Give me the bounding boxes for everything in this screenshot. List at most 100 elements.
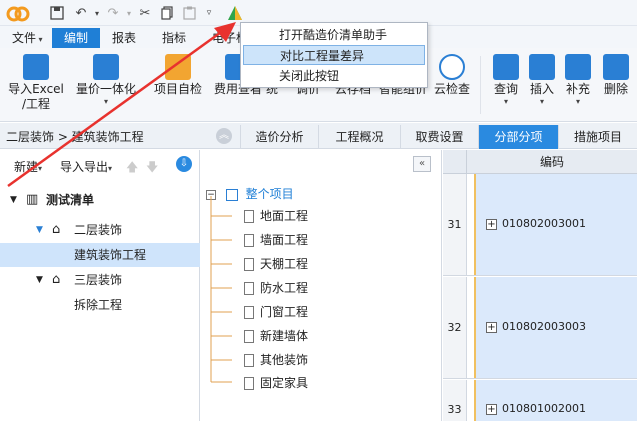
- mid-tree-item[interactable]: 天棚工程: [244, 253, 308, 275]
- cloud-check-icon: [439, 54, 465, 80]
- copy-icon[interactable]: [158, 4, 176, 22]
- import-excel-icon: [23, 54, 49, 80]
- menu-file[interactable]: 文件 ▾: [4, 28, 51, 48]
- new-label: 新建: [14, 160, 39, 174]
- mid-tree-item-label: 其他装饰: [260, 353, 309, 367]
- import-excel-label: 导入Excel: [8, 82, 64, 96]
- table-row[interactable]: 31 + 010802003001: [443, 174, 637, 276]
- trash-icon: [603, 54, 629, 80]
- document-icon: [244, 354, 254, 367]
- collapse-up-icon[interactable]: ︽: [216, 128, 232, 144]
- mid-tree-item[interactable]: 固定家具: [244, 372, 308, 394]
- menu-edit[interactable]: 编制: [52, 28, 100, 48]
- menu-report[interactable]: 报表: [104, 28, 144, 48]
- expand-icon[interactable]: +: [486, 322, 497, 333]
- self-check-icon: [165, 54, 191, 80]
- import-excel-label-2: /工程: [21, 97, 51, 111]
- price-integration-dropdown-icon: ▾: [103, 97, 108, 106]
- bill-grid: 编码 31 + 010802003001 32 + 010802003003 3…: [443, 150, 637, 421]
- row-number: 31: [443, 174, 467, 275]
- query-label: 查询: [493, 82, 518, 96]
- new-button[interactable]: 新建▾: [14, 158, 42, 175]
- row-marker: [467, 277, 475, 378]
- query-dropdown-icon: ▾: [503, 97, 508, 106]
- home-icon: ⌂: [52, 272, 61, 287]
- collapse-arrow-icon[interactable]: ▼: [10, 188, 17, 212]
- price-integration-icon: [93, 54, 119, 80]
- import-excel-button[interactable]: 导入Excel /工程: [6, 52, 66, 118]
- mid-tree-item[interactable]: 地面工程: [244, 205, 308, 227]
- sub-item-tree-pane: « − 整个项目 地面工程 墙面工程 天棚工程 防水工程 门窗工程 新建墙体 其…: [200, 150, 442, 421]
- mid-tree-item[interactable]: 防水工程: [244, 277, 308, 299]
- insert-button[interactable]: 插入 ▾: [524, 52, 560, 118]
- delete-button[interactable]: 删除: [598, 52, 634, 118]
- code-cell[interactable]: + 010802003003: [475, 277, 637, 378]
- code-cell[interactable]: + 010802003001: [475, 174, 637, 275]
- mid-tree-item-label: 地面工程: [260, 209, 309, 223]
- mid-tree-item-label: 墙面工程: [260, 233, 309, 247]
- mid-tree-item[interactable]: 其他装饰: [244, 349, 308, 371]
- grid-header-rownum: [443, 150, 467, 174]
- menu-item-close-button[interactable]: 关闭此按钮: [243, 66, 425, 86]
- collapse-arrow-icon[interactable]: ▼: [36, 218, 43, 242]
- tree-item-building-decoration[interactable]: 建筑装饰工程: [0, 243, 200, 267]
- code-text: 010802003003: [502, 320, 586, 333]
- collapse-arrow-icon[interactable]: ▼: [36, 268, 43, 292]
- table-row[interactable]: 32 + 010802003003: [443, 277, 637, 379]
- collapse-left-icon[interactable]: «: [413, 156, 431, 172]
- tab-measures[interactable]: 措施项目: [558, 125, 637, 149]
- tree-item-floor3[interactable]: ▼ ⌂ 三层装饰: [0, 268, 200, 292]
- customize-dropdown-icon[interactable]: ▿: [200, 4, 218, 22]
- supplement-button[interactable]: 补充 ▾: [560, 52, 596, 118]
- tree-root-label: 测试清单: [46, 193, 95, 207]
- mid-tree-item[interactable]: 新建墙体: [244, 325, 308, 347]
- tree-item-label: 建筑装饰工程: [74, 248, 147, 262]
- expand-icon[interactable]: +: [486, 219, 497, 230]
- code-cell[interactable]: + 010801002001: [475, 380, 637, 421]
- move-up-icon[interactable]: 🡅: [126, 158, 138, 179]
- mid-tree-item[interactable]: 门窗工程: [244, 301, 308, 323]
- cloud-check-button[interactable]: 云检查: [430, 52, 474, 118]
- assistant-dropdown-menu: 打开酷造价清单助手 对比工程量差异 关闭此按钮: [240, 22, 428, 88]
- tab-cost-analysis[interactable]: 造价分析: [240, 125, 318, 149]
- code-text: 010801002001: [502, 402, 586, 415]
- query-icon: [493, 54, 519, 80]
- cloud-check-label: 云检查: [433, 82, 470, 96]
- project-tree-pane: 新建▾ 导入导出▾ 🡅 🡇 ⇩ ▼ ▥ 测试清单 ▼ ⌂ 二层装饰 建筑装饰工程…: [0, 150, 200, 421]
- save-icon[interactable]: [48, 4, 66, 22]
- row-number: 33: [443, 380, 467, 421]
- document-icon: [244, 234, 254, 247]
- tree-item-demolition[interactable]: 拆除工程: [0, 293, 200, 317]
- supplement-label: 补充: [565, 82, 590, 96]
- tab-sub-items[interactable]: 分部分项: [478, 125, 558, 149]
- cut-icon[interactable]: ✂: [136, 4, 154, 22]
- move-down-icon[interactable]: 🡇: [146, 158, 158, 179]
- document-icon: [244, 306, 254, 319]
- tab-project-overview[interactable]: 工程概况: [318, 125, 400, 149]
- menu-index[interactable]: 指标: [154, 28, 194, 48]
- home-icon: ⌂: [52, 222, 61, 237]
- menu-item-compare-quantity[interactable]: 对比工程量差异: [243, 45, 425, 65]
- mid-tree-root-label: 整个项目: [245, 187, 294, 201]
- tree-item-floor2[interactable]: ▼ ⌂ 二层装饰: [0, 218, 200, 242]
- menu-file-label: 文件: [12, 31, 37, 45]
- price-integration-button[interactable]: 量价一体化 ▾: [74, 52, 138, 118]
- mid-tree-item-label: 新建墙体: [260, 329, 309, 343]
- self-check-button[interactable]: 项目自检: [150, 52, 206, 118]
- import-export-button[interactable]: 导入导出▾: [60, 158, 112, 175]
- tree-root[interactable]: ▼ ▥ 测试清单: [0, 188, 200, 212]
- grid-header-code[interactable]: 编码: [467, 150, 637, 174]
- breadcrumb-row: 二层装饰 > 建筑装饰工程 ︽ 造价分析 工程概况 取费设置 分部分项 措施项目: [0, 123, 637, 149]
- expand-icon[interactable]: +: [486, 404, 497, 415]
- download-icon[interactable]: ⇩: [176, 156, 192, 172]
- assistant-icon[interactable]: [226, 4, 244, 22]
- delete-label: 删除: [603, 82, 628, 96]
- table-row[interactable]: 33 + 010801002001: [443, 380, 637, 421]
- tab-fee-settings[interactable]: 取费设置: [400, 125, 478, 149]
- paste-icon[interactable]: [180, 4, 198, 22]
- code-text: 010802003001: [502, 217, 586, 230]
- menu-file-dropdown-icon: ▾: [36, 35, 43, 44]
- menu-item-open-assistant[interactable]: 打开酷造价清单助手: [243, 25, 425, 45]
- query-button[interactable]: 查询 ▾: [488, 52, 524, 118]
- mid-tree-item[interactable]: 墙面工程: [244, 229, 308, 251]
